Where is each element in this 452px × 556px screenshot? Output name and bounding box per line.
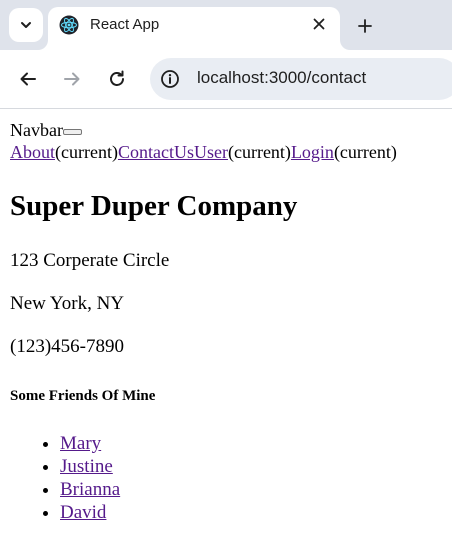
browser-tab-strip: React App xyxy=(0,0,452,50)
chevron-down-icon xyxy=(21,22,31,28)
friend-link-justine[interactable]: Justine xyxy=(60,456,113,477)
company-name-heading: Super Duper Company xyxy=(10,190,298,222)
navbar-toggler-button[interactable] xyxy=(62,129,82,135)
nav-link-login-status: (current) xyxy=(333,142,397,162)
list-item: David xyxy=(60,501,120,524)
forward-button[interactable] xyxy=(60,67,84,91)
list-item: Mary xyxy=(60,432,120,455)
nav-link-about-status: (current) xyxy=(55,142,118,162)
nav-link-login[interactable]: Login xyxy=(291,142,334,162)
friends-heading: Some Friends Of Mine xyxy=(10,388,156,404)
nav-link-user-status: (current) xyxy=(227,142,291,162)
nav-links: About(current)ContactUsUser(current)Logi… xyxy=(10,141,450,163)
page-content: Navbar About(current)ContactUsUser(curre… xyxy=(10,119,450,523)
arrow-left-icon xyxy=(20,72,36,86)
address-bar[interactable]: localhost:3000/contact xyxy=(150,58,452,100)
nav-link-contactus[interactable]: ContactUs xyxy=(118,142,194,162)
plus-icon xyxy=(358,19,372,33)
close-icon xyxy=(313,18,325,30)
address-line-2: New York, NY xyxy=(10,293,125,314)
react-logo-icon xyxy=(59,15,79,35)
browser-tab-active[interactable]: React App xyxy=(48,7,340,50)
tab-close-button[interactable] xyxy=(308,13,330,35)
reload-icon xyxy=(110,70,124,86)
tab-search-button[interactable] xyxy=(9,8,43,42)
address-line-1: 123 Corperate Circle xyxy=(10,250,170,271)
friend-link-brianna[interactable]: Brianna xyxy=(60,479,120,500)
arrow-right-icon xyxy=(64,72,80,86)
phone-number: (123)456-7890 xyxy=(10,336,124,357)
nav-link-about[interactable]: About xyxy=(10,142,55,162)
url-text: localhost:3000/contact xyxy=(197,68,367,87)
site-info-icon[interactable] xyxy=(160,69,180,89)
navbar-brand: Navbar xyxy=(10,120,63,140)
list-item: Brianna xyxy=(60,478,120,501)
new-tab-button[interactable] xyxy=(352,13,378,39)
tab-title: React App xyxy=(90,16,160,33)
nav-link-user[interactable]: User xyxy=(194,142,228,162)
list-item: Justine xyxy=(60,455,120,478)
friend-link-mary[interactable]: Mary xyxy=(60,433,101,454)
back-button[interactable] xyxy=(16,67,40,91)
reload-button[interactable] xyxy=(105,67,129,91)
friend-link-david[interactable]: David xyxy=(60,502,106,523)
browser-toolbar: localhost:3000/contact xyxy=(0,50,452,109)
navbar: Navbar xyxy=(10,119,450,141)
friends-list: Mary Justine Brianna David xyxy=(10,432,120,524)
